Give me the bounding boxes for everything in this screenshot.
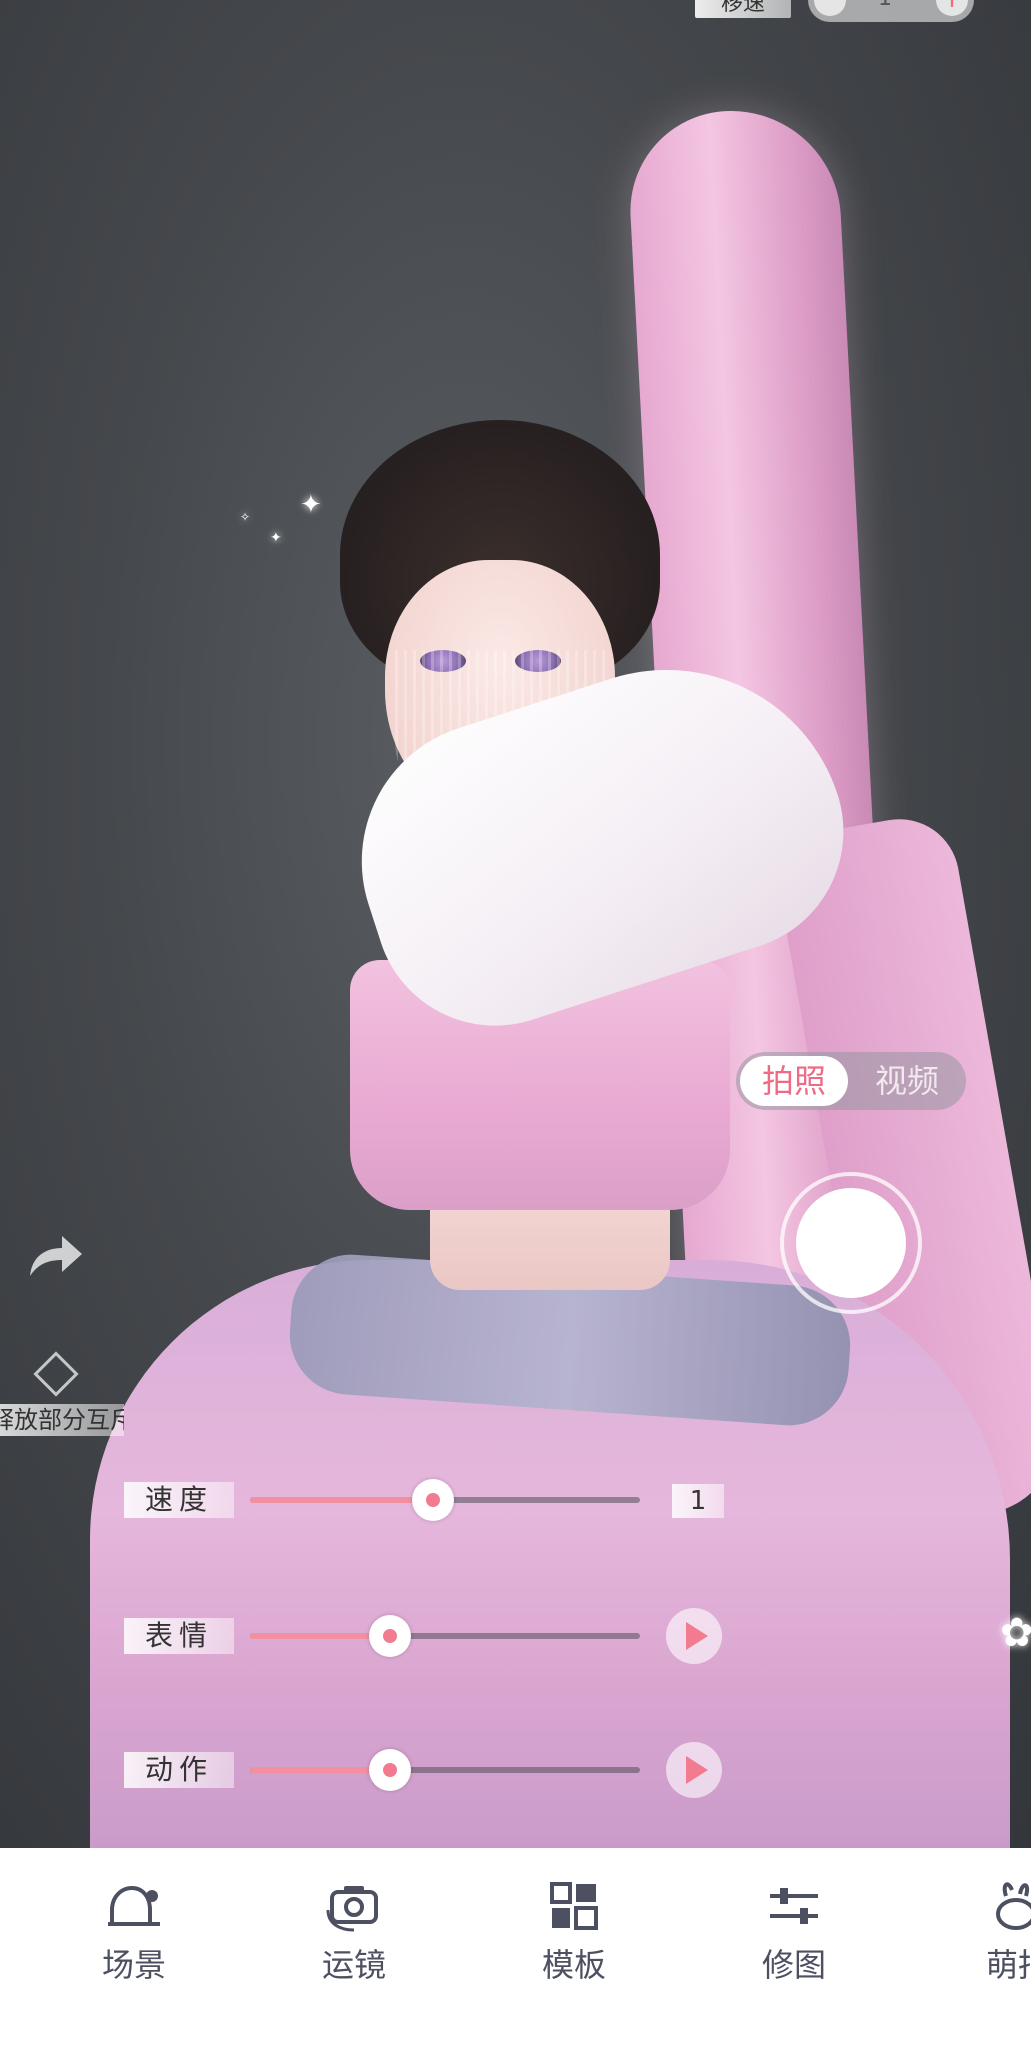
move-speed-label: 移速 [695,0,791,18]
toolbar-label: 场景 [101,1946,166,1984]
shutter-inner [796,1188,906,1298]
speed-slider[interactable] [250,1479,640,1521]
increase-button[interactable]: + [936,0,968,16]
sparkle-icon: ✧ [240,510,251,524]
expression-slider[interactable] [250,1615,640,1657]
adjust-icon [770,1888,818,1924]
toolbar-scene[interactable]: 场景 [74,1876,194,1986]
video-mode-tab[interactable]: 视频 [854,1052,960,1110]
expression-label: 表情 [124,1618,234,1654]
shutter-button[interactable] [780,1172,922,1314]
play-icon [686,1622,708,1650]
capture-mode-switch[interactable]: 拍照 视频 [736,1052,966,1110]
move-speed-value: 1 [878,0,892,11]
action-play-button[interactable] [666,1742,722,1798]
toolbar-template[interactable]: 模板 [514,1876,634,1986]
toolbar-label: 模板 [541,1946,606,1984]
bunny-icon [996,1882,1031,1930]
speed-slider-knob[interactable] [412,1479,455,1521]
photo-mode-tab[interactable]: 拍照 [740,1056,848,1106]
release-exclusive-label: 释放部分互斥 [0,1404,124,1436]
release-exclusive-toggle[interactable] [30,1348,79,1397]
move-speed-stepper[interactable]: − 1 + [808,0,974,22]
toolbar-label: 修图 [761,1946,826,1984]
expression-play-button[interactable] [666,1608,722,1664]
action-slider[interactable] [250,1749,640,1791]
toolbar-camera-move[interactable]: 运镜 [294,1876,414,1986]
photo-scene[interactable]: ✦ ✦ ✧ ✿ 移速 − 1 + 释放部分互斥 拍照 视频 速度 1 表情 [0,0,1031,1848]
diamond-icon [33,1351,79,1397]
sparkle-icon: ✦ [300,490,322,520]
speed-label: 速度 [124,1482,234,1518]
action-label: 动作 [124,1752,234,1788]
bottom-toolbar: 场景 运镜 模板 修图 萌拍 [0,1848,1031,2062]
share-icon[interactable] [26,1232,84,1280]
speed-value: 1 [672,1484,724,1518]
camera-icon [326,1886,378,1932]
scene-icon [108,1885,160,1926]
sparkle-icon: ✦ [270,530,282,546]
toolbar-label: 运镜 [321,1946,386,1984]
decrease-button[interactable]: − [814,0,846,16]
play-icon [686,1756,708,1784]
toolbar-retouch[interactable]: 修图 [734,1876,854,1986]
template-icon [550,1882,598,1930]
toolbar-cute-photo[interactable]: 萌拍 [954,1876,1031,1986]
toolbar-label: 萌拍 [986,1946,1031,1984]
speed-slider-fill [250,1497,434,1503]
flower-sparkle-icon: ✿ [1000,1610,1031,1656]
